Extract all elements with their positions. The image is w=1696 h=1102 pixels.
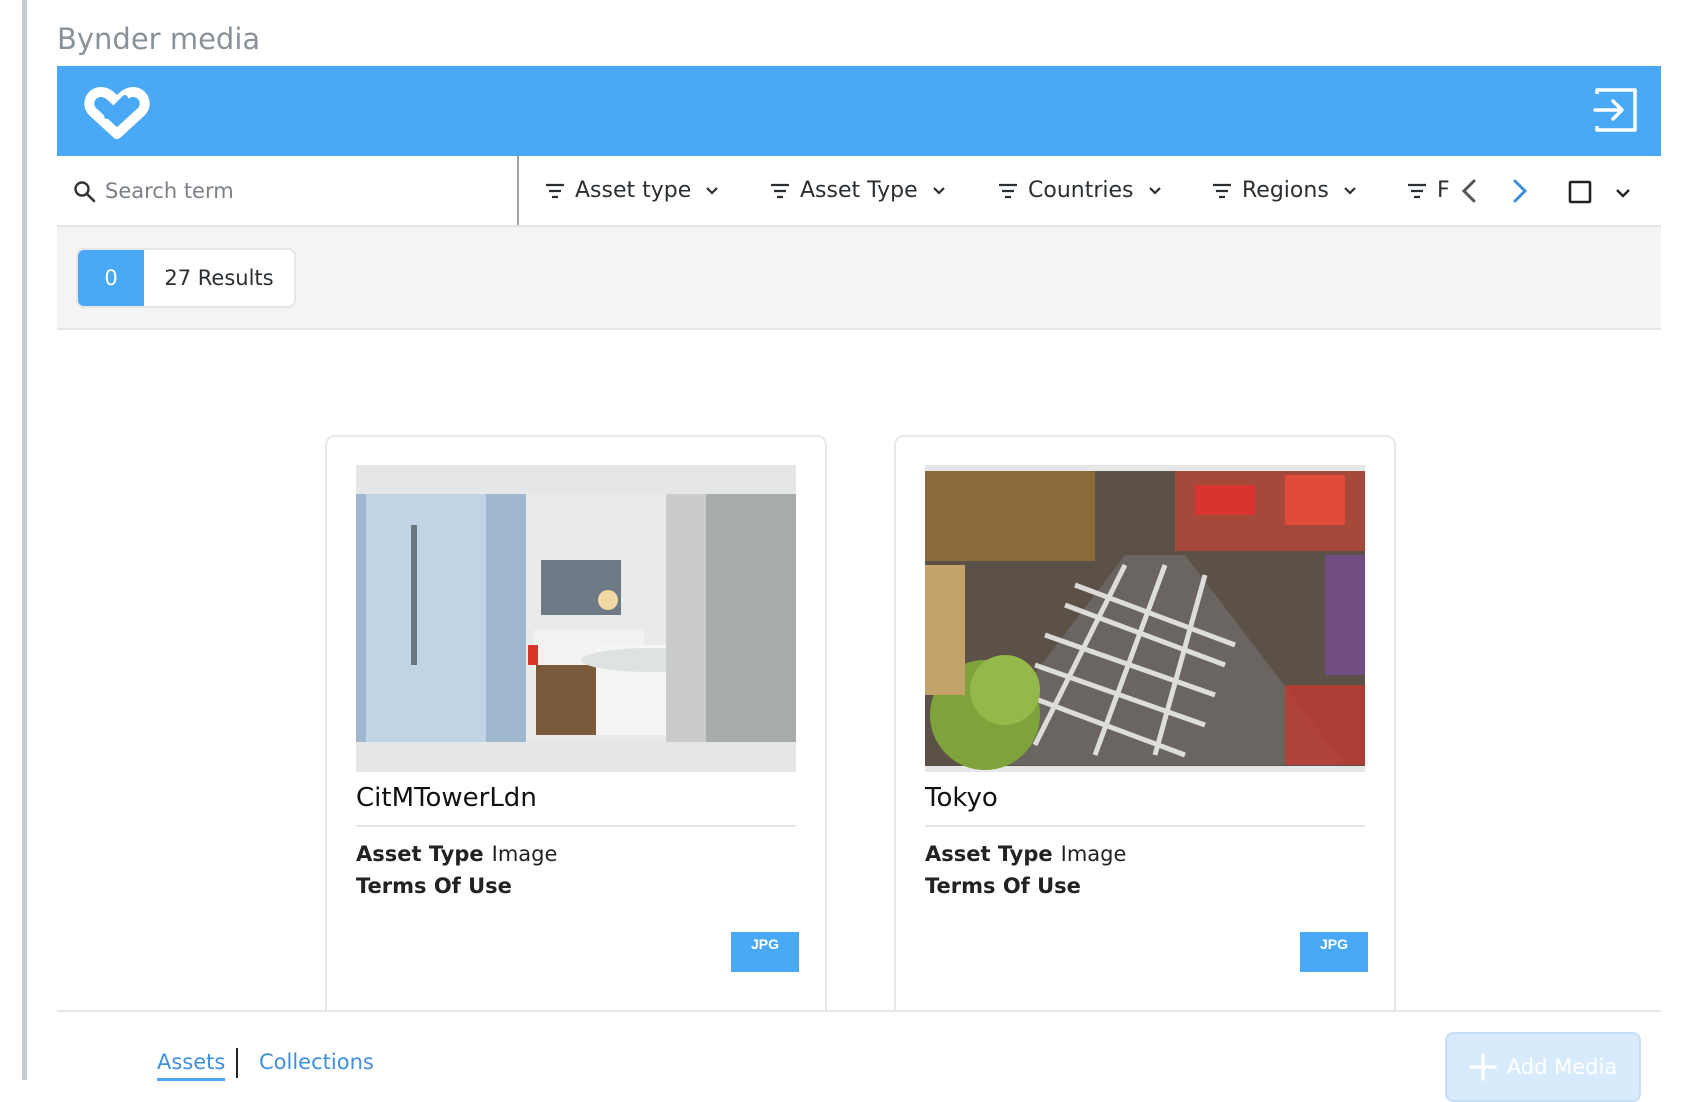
results-bar: 0 27 Results [57,227,1661,330]
chevron-down-icon[interactable] [1614,184,1632,202]
terms-of-use-label: Terms Of Use [356,874,512,898]
chevron-down-icon [706,186,719,195]
asset-type-row: Asset Type Image [925,842,1126,866]
filter-icon [999,183,1017,198]
footer-bar: Assets Collections Add Media [57,1010,1661,1102]
terms-of-use-row: Terms Of Use [925,874,1089,898]
filter-icon [771,183,789,198]
terms-of-use-row: Terms Of Use [356,874,520,898]
asset-card[interactable]: CitMTowerLdn Asset Type Image Terms Of Us… [325,435,827,1010]
search-icon [74,181,96,203]
scroll-left-icon[interactable] [1455,176,1485,206]
add-media-button[interactable]: Add Media [1445,1032,1641,1102]
filter-asset-type-2[interactable]: Asset Type [770,156,946,225]
filter-label: F [1437,178,1450,203]
filter-regions[interactable]: Regions [1212,156,1357,225]
terms-of-use-label: Terms Of Use [925,874,1081,898]
bynder-logo-icon [84,87,150,139]
asset-type-row: Asset Type Image [356,842,557,866]
asset-thumbnail [356,465,796,772]
asset-grid: CitMTowerLdn Asset Type Image Terms Of Us… [57,332,1661,1010]
file-extension-badge: JPG [1300,932,1368,972]
asset-type-value: Image [1060,842,1127,866]
chevron-down-icon [1148,186,1161,195]
filter-label: Asset Type [800,178,918,203]
filter-countries[interactable]: Countries [998,156,1162,225]
filter-label: Countries [1028,178,1134,203]
add-media-label: Add Media [1506,1055,1618,1079]
filter-label: Regions [1242,178,1329,203]
chevron-down-icon [1344,186,1356,195]
tab-separator [236,1048,238,1078]
file-extension-badge: JPG [731,932,799,972]
filter-icon [1408,183,1426,198]
asset-type-value: Image [491,842,558,866]
search-input[interactable] [105,170,505,212]
search-box [57,156,519,225]
plus-icon [1469,1053,1497,1081]
left-rule [22,0,27,1080]
tab-assets[interactable]: Assets [157,1050,226,1081]
selection-counter[interactable]: 0 27 Results [76,248,296,308]
results-count: 27 Results [164,266,274,290]
asset-title: CitMTowerLdn [356,783,796,827]
field-label: Bynder media [57,22,261,56]
sign-in-icon[interactable] [1593,88,1639,132]
bynder-widget: Asset type Asset Type Countries Regions … [57,66,1661,1102]
filter-icon [546,183,564,198]
asset-type-label: Asset Type [356,842,484,866]
filter-toolbar: Asset type Asset Type Countries Regions … [57,156,1661,227]
tab-collections[interactable]: Collections [259,1050,374,1078]
top-bar [57,66,1661,156]
filter-truncated[interactable]: F [1407,156,1451,225]
chevron-down-icon [932,186,945,195]
asset-title: Tokyo [925,783,1365,827]
asset-card[interactable]: Tokyo Asset Type Image Terms Of Use JPG [894,435,1396,1010]
filter-icon [1213,183,1231,198]
selected-count-badge: 0 [78,250,144,306]
filter-label: Asset type [575,178,692,203]
asset-type-label: Asset Type [925,842,1053,866]
asset-thumbnail [925,465,1365,772]
filter-asset-type[interactable]: Asset type [545,156,719,225]
scroll-right-icon[interactable] [1504,176,1534,206]
select-all-checkbox-icon[interactable] [1568,180,1592,204]
